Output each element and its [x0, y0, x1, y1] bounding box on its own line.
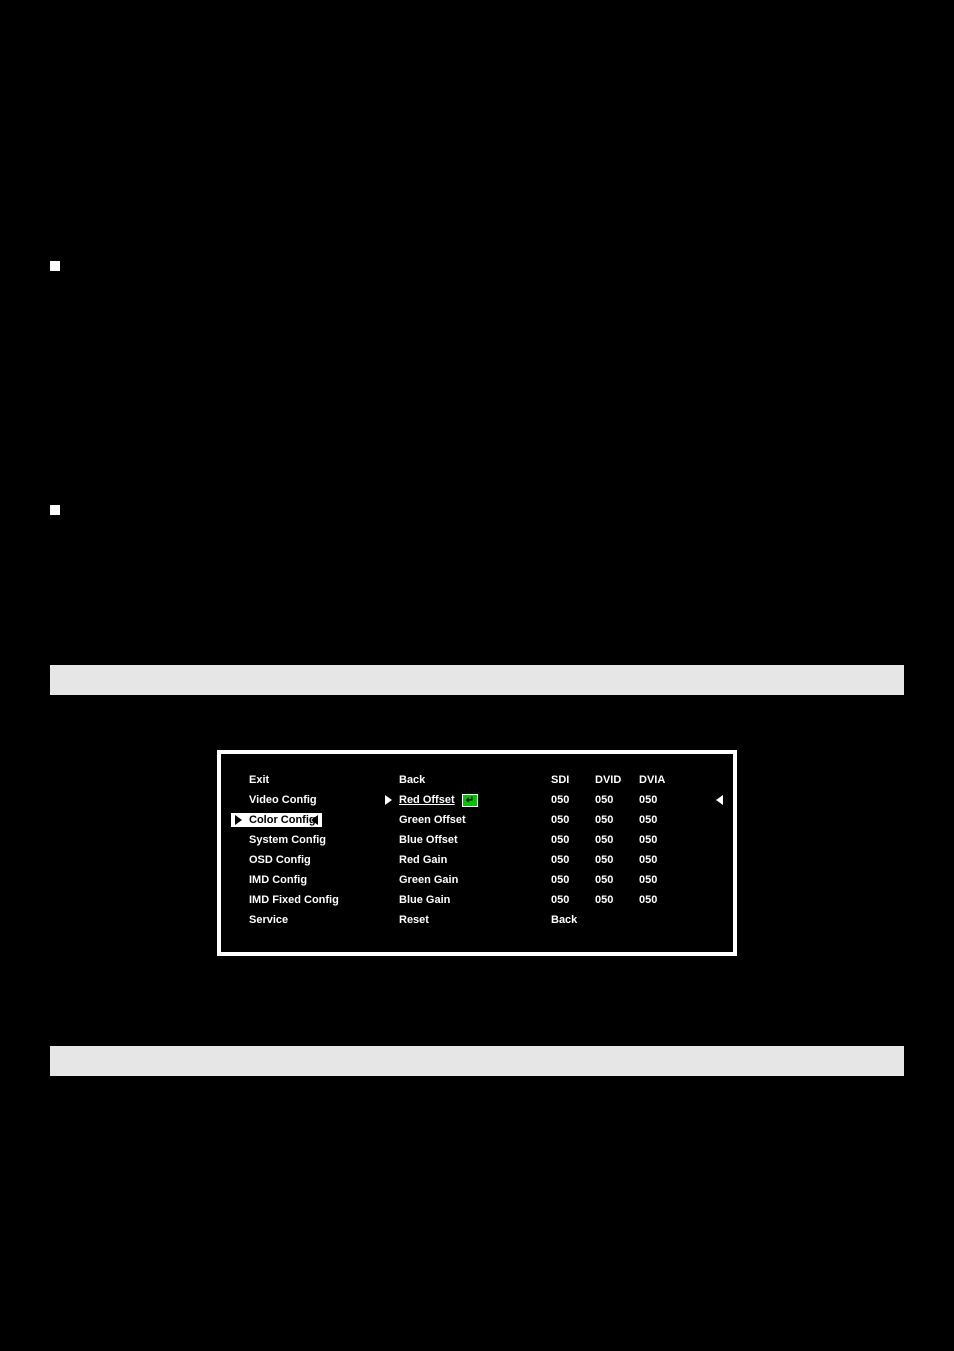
sidebar-item-imd-config[interactable]: IMD Config: [231, 874, 307, 886]
param-reset[interactable]: Reset: [381, 914, 429, 926]
right-cell: 050 050 050: [551, 854, 723, 866]
value-dvid: 050: [595, 834, 625, 846]
bullet-row-2: [50, 501, 904, 515]
value-dvid: 050: [595, 814, 625, 826]
left-cell: Service: [231, 914, 381, 926]
enter-icon: ↵: [462, 794, 478, 807]
value-sdi: 050: [551, 874, 581, 886]
color-config-submenu: Exit Back SDI DVID DVIA Video Config: [217, 750, 737, 956]
value-dvid: 050: [595, 874, 625, 886]
bullet-row-1: [50, 257, 904, 271]
value-dvid: 050: [595, 854, 625, 866]
mid-cell: Red Offset ↵: [381, 794, 551, 806]
mid-header-cell: Back: [381, 774, 551, 786]
submenu-container: Exit Back SDI DVID DVIA Video Config: [50, 750, 904, 956]
left-cell: System Config: [231, 834, 381, 846]
param-green-offset[interactable]: Green Offset: [381, 814, 466, 826]
sidebar-item-color-config[interactable]: Color Config: [231, 813, 322, 827]
value-dvia: 050: [639, 794, 669, 806]
left-cell: IMD Config: [231, 874, 381, 886]
value-sdi: 050: [551, 814, 581, 826]
submenu-row: IMD Fixed Config Blue Gain 050 050 050: [231, 890, 723, 910]
spacer: [50, 271, 904, 411]
right-cell: Back: [551, 914, 723, 926]
mid-cell: Reset: [381, 914, 551, 926]
submenu-row: Service Reset Back: [231, 910, 723, 930]
right-cell: 050 050 050: [551, 834, 723, 846]
col-header-dvid: DVID: [595, 774, 625, 786]
left-cell: OSD Config: [231, 854, 381, 866]
left-cell: Video Config: [231, 794, 381, 806]
col-header-sdi: SDI: [551, 774, 581, 786]
sidebar-item-osd-config[interactable]: OSD Config: [231, 854, 311, 866]
submenu-row: Color Config Green Offset 050 050 050: [231, 810, 723, 830]
bullet-icon: [50, 505, 60, 515]
page: Exit Back SDI DVID DVIA Video Config: [0, 0, 954, 1351]
param-green-gain[interactable]: Green Gain: [381, 874, 458, 886]
sidebar-item-service[interactable]: Service: [231, 914, 288, 926]
right-cell: 050 050 050: [551, 874, 723, 886]
left-cell: IMD Fixed Config: [231, 894, 381, 906]
sidebar-item-video-config[interactable]: Video Config: [231, 794, 317, 806]
sidebar-item-system-config[interactable]: System Config: [231, 834, 326, 846]
chevron-left-icon: [716, 795, 723, 805]
left-cell-selected: Color Config: [231, 813, 381, 827]
param-blue-offset[interactable]: Blue Offset: [381, 834, 458, 846]
value-sdi: 050: [551, 794, 581, 806]
spacer: [50, 515, 904, 645]
submenu-row: OSD Config Red Gain 050 050 050: [231, 850, 723, 870]
value-dvia: 050: [639, 894, 669, 906]
right-cell: 050 050 050: [551, 814, 723, 826]
value-sdi: 050: [551, 894, 581, 906]
mid-cell: Green Gain: [381, 874, 551, 886]
right-headers: SDI DVID DVIA: [551, 774, 723, 786]
value-sdi: 050: [551, 854, 581, 866]
mid-cell: Blue Gain: [381, 894, 551, 906]
value-dvia: 050: [639, 874, 669, 886]
section-bar: [50, 665, 904, 695]
mid-cell: Red Gain: [381, 854, 551, 866]
value-dvid: 050: [595, 894, 625, 906]
col-header-dvia: DVIA: [639, 774, 669, 786]
right-cell: 050 050 050: [551, 794, 723, 806]
reset-back[interactable]: Back: [551, 914, 577, 926]
value-dvia: 050: [639, 834, 669, 846]
right-cell: 050 050 050: [551, 894, 723, 906]
spacer: [50, 0, 904, 245]
submenu-row: System Config Blue Offset 050 050 050: [231, 830, 723, 850]
submenu-row: IMD Config Green Gain 050 050 050: [231, 870, 723, 890]
value-dvia: 050: [639, 854, 669, 866]
value-dvid: 050: [595, 794, 625, 806]
param-blue-gain[interactable]: Blue Gain: [381, 894, 450, 906]
section-bar: [50, 1046, 904, 1076]
value-sdi: 050: [551, 834, 581, 846]
submenu-header-row: Exit Back SDI DVID DVIA: [231, 770, 723, 790]
back-item[interactable]: Back: [381, 774, 425, 786]
sidebar-item-imd-fixed-config[interactable]: IMD Fixed Config: [231, 894, 339, 906]
exit-item[interactable]: Exit: [231, 774, 269, 786]
value-dvia: 050: [639, 814, 669, 826]
mid-cell: Blue Offset: [381, 834, 551, 846]
left-header-cell: Exit: [231, 774, 381, 786]
param-red-offset[interactable]: Red Offset ↵: [381, 794, 478, 806]
mid-cell: Green Offset: [381, 814, 551, 826]
submenu-row: Video Config Red Offset ↵ 050 050 050: [231, 790, 723, 810]
bullet-icon: [50, 261, 60, 271]
red-offset-label: Red Offset: [399, 794, 455, 806]
param-red-gain[interactable]: Red Gain: [381, 854, 447, 866]
